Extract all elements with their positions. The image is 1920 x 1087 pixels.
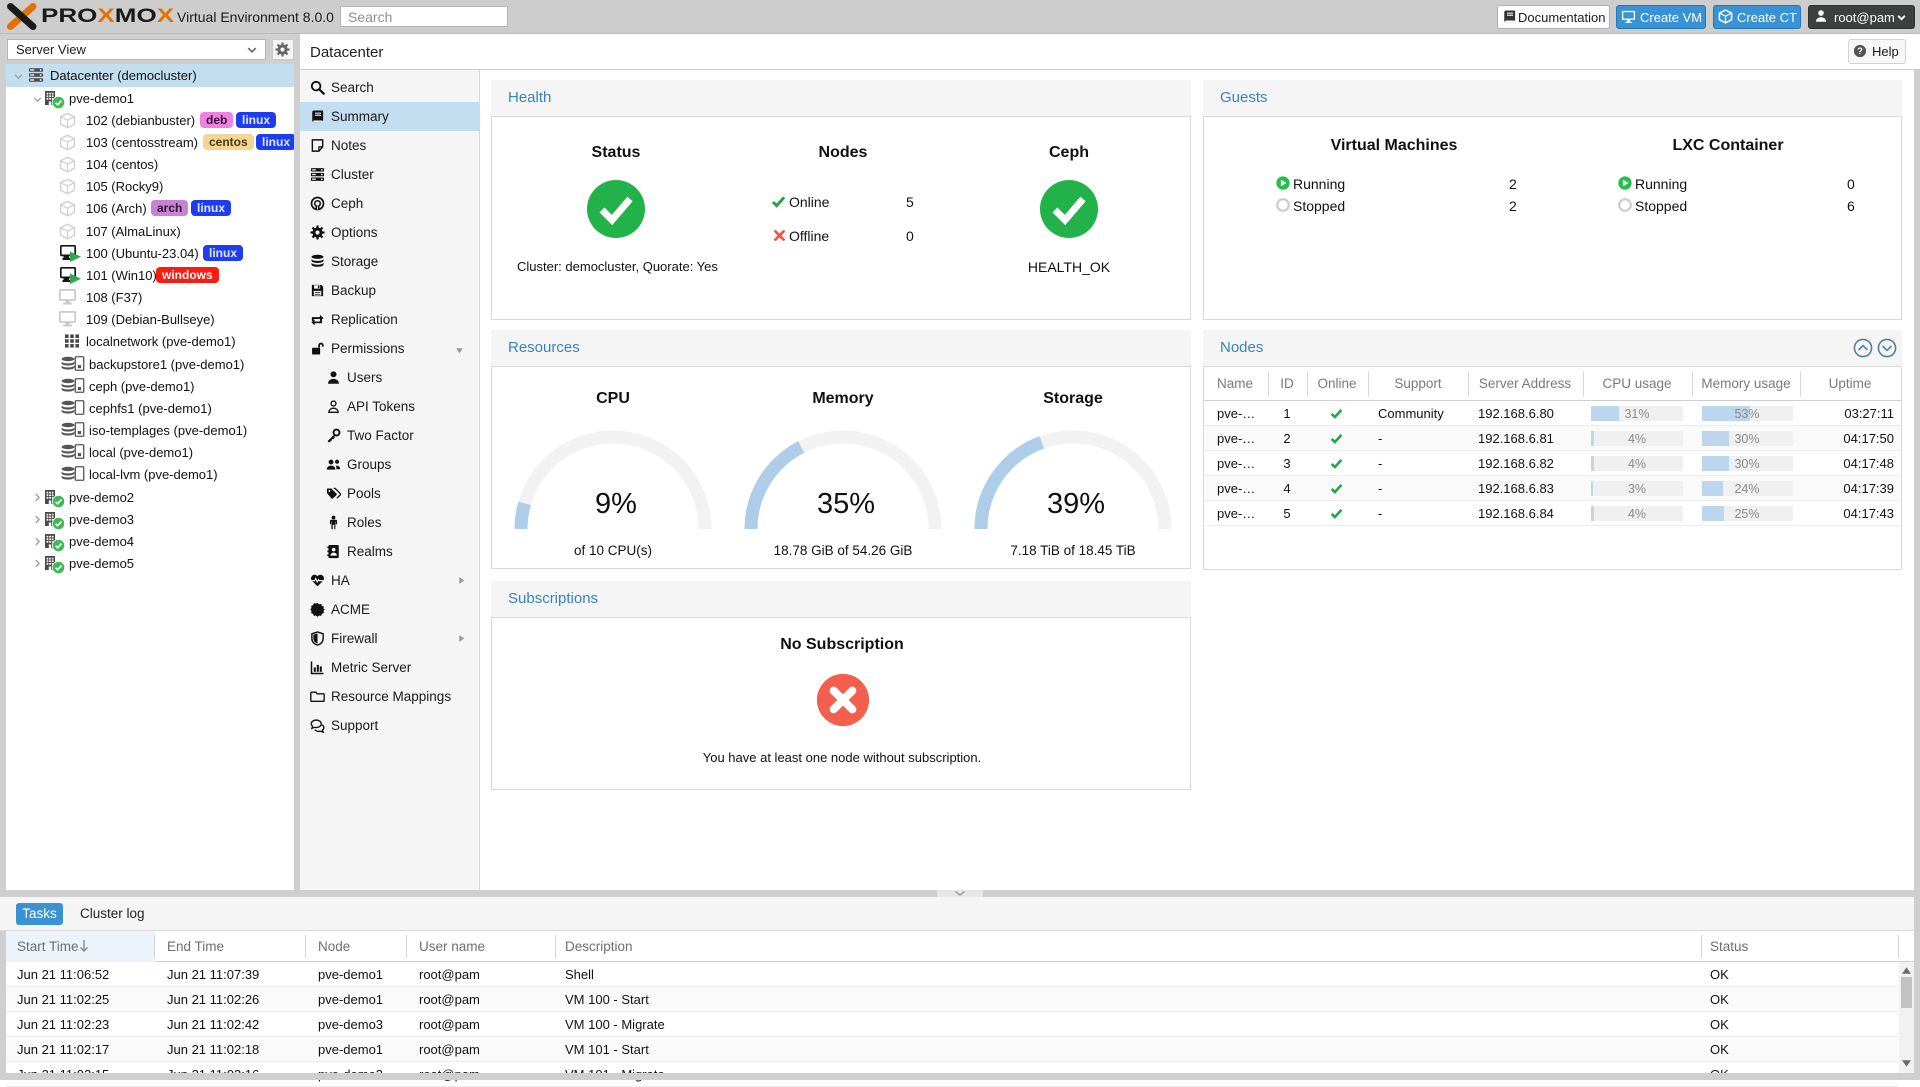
svg-text:?: ? <box>1857 46 1863 56</box>
